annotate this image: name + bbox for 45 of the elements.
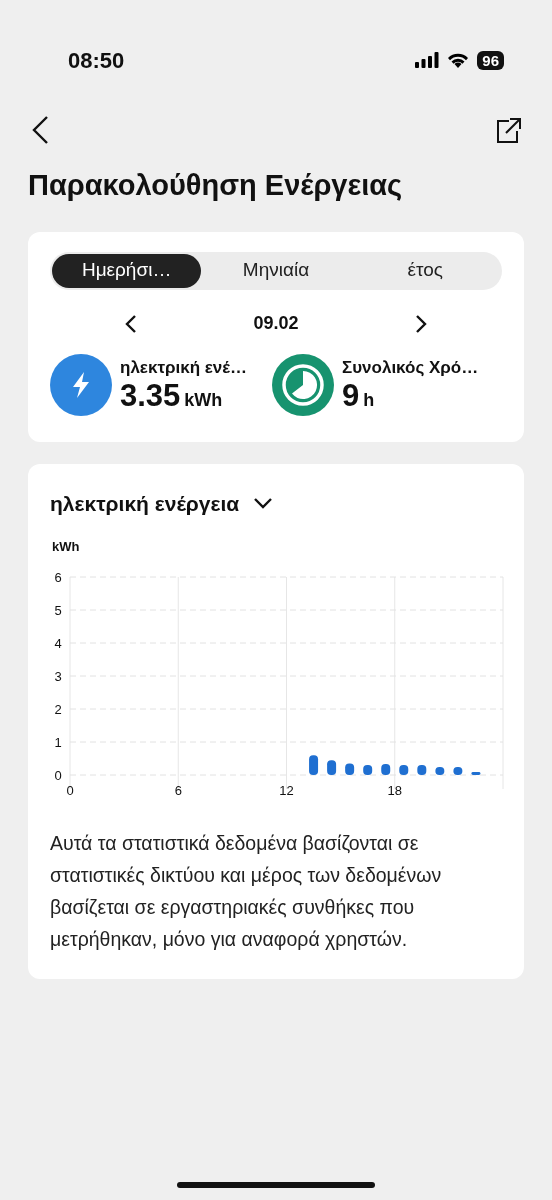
bar — [435, 767, 445, 775]
period-tab[interactable]: Μηνιαία — [201, 253, 351, 288]
wifi-icon — [447, 52, 470, 68]
stat-value: 9 — [342, 380, 360, 413]
x-axis-label: 6 — [174, 783, 182, 798]
y-axis-label: 5 — [54, 603, 62, 618]
bar — [399, 765, 409, 775]
y-axis-label: 1 — [54, 735, 62, 750]
bar — [381, 764, 391, 775]
bar — [345, 763, 355, 775]
x-axis-label: 18 — [387, 783, 402, 798]
chevron-left-icon — [124, 313, 138, 334]
period-tab[interactable]: Ημερήσι… — [52, 253, 202, 288]
chevron-right-icon — [414, 313, 428, 334]
disclaimer-text: Αυτά τα στατιστικά δεδομένα βασίζονται σε στατιστικές δικτύου και μέρος των δεδομένων βασίζεται σε εργαστηριακές συνθήκες που μετρήθηκαν, μόνο για αναφορά χρηστών. — [50, 831, 443, 952]
date-label: 09.02 — [253, 312, 299, 335]
bar — [327, 760, 337, 775]
signal-icon — [415, 52, 440, 68]
chevron-down-icon — [253, 497, 274, 510]
stat-label: ηλεκτρική ενέ… — [120, 356, 247, 379]
bar — [417, 765, 427, 775]
y-axis-label: 2 — [54, 702, 62, 717]
stat-value: 3.35 — [120, 380, 181, 413]
y-axis-label: 3 — [54, 669, 62, 684]
bar — [453, 767, 463, 775]
x-axis-label: 12 — [279, 783, 294, 798]
x-axis-label: 0 — [66, 783, 74, 798]
y-axis-label: 6 — [54, 570, 62, 585]
bar — [309, 755, 319, 775]
lightning-glyph-icon — [70, 370, 92, 399]
y-axis-label: 4 — [54, 636, 62, 651]
stat-label: Συνολικός Χρό… — [342, 356, 479, 379]
clock-glyph-icon — [281, 362, 325, 407]
battery-indicator: 96 — [477, 50, 504, 70]
period-tab[interactable]: έτος — [350, 253, 500, 288]
bar — [471, 772, 481, 775]
clock: 08:50 — [68, 46, 125, 75]
page-title: Παρακολούθηση Ενέργειας — [28, 168, 404, 203]
share-icon — [496, 116, 522, 144]
stat-unit: h — [363, 389, 375, 413]
y-axis-label: 0 — [54, 768, 62, 783]
axis-unit-label: kWh — [52, 539, 80, 554]
metric-selector[interactable]: ηλεκτρική ενέργεια — [50, 487, 274, 519]
bar — [363, 765, 373, 775]
stat-unit: kWh — [184, 389, 223, 413]
